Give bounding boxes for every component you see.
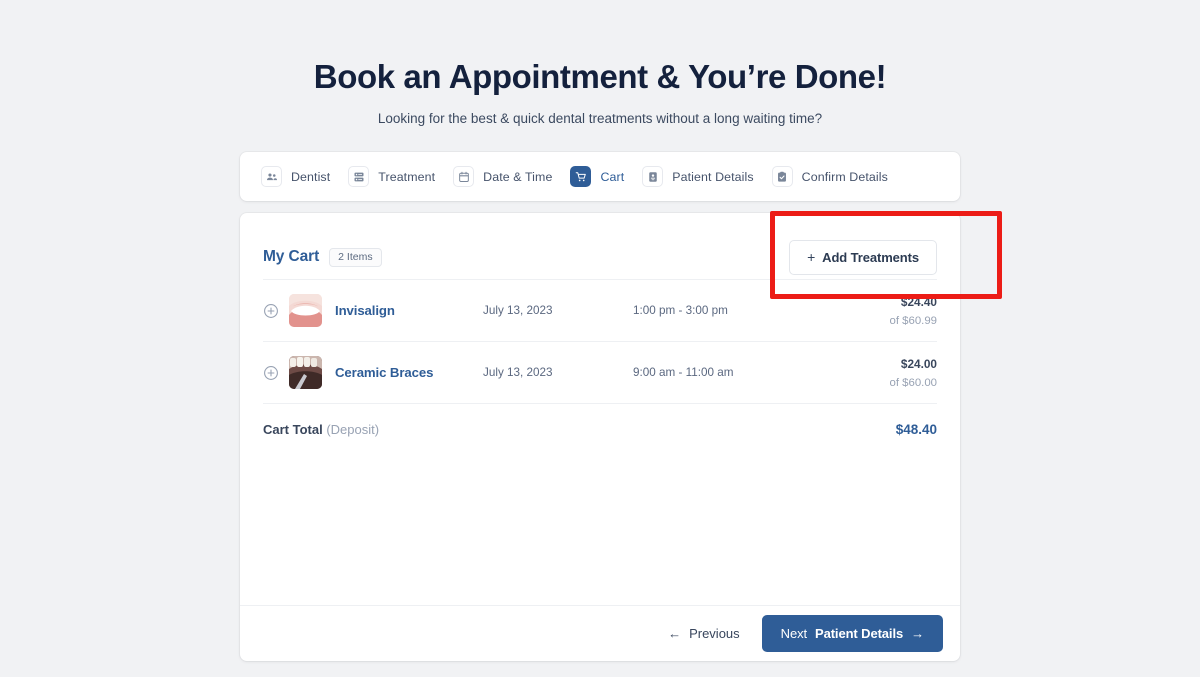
- page-header: Book an Appointment & You’re Done! Looki…: [0, 0, 1200, 126]
- price-block: $24.00 of $60.00: [851, 355, 937, 391]
- cart-total-value: $48.40: [895, 422, 937, 438]
- wizard-steps: Dentist Treatment Date & Time Cart Patie…: [240, 152, 960, 202]
- next-prefix-label: Next: [780, 626, 807, 642]
- page-subtitle: Looking for the best & quick dental trea…: [377, 111, 823, 127]
- arrow-right-icon: →: [911, 626, 924, 642]
- appointment-date: July 13, 2023: [483, 366, 553, 380]
- cart-title: My Cart: [263, 248, 320, 266]
- cart-total-row: Cart Total (Deposit) $48.40: [263, 403, 937, 455]
- previous-button[interactable]: ← Previous: [664, 620, 744, 647]
- step-label: Confirm Details: [801, 169, 888, 184]
- step-label: Treatment: [378, 169, 436, 184]
- step-label: Patient Details: [672, 169, 754, 184]
- treatment-thumbnail: [289, 294, 322, 328]
- deposit-price: $24.40: [900, 294, 937, 309]
- step-label: Date & Time: [483, 169, 553, 184]
- remove-item-icon[interactable]: [263, 365, 279, 381]
- cart-header: My Cart 2 Items + Add Treatments: [263, 235, 937, 279]
- appointment-time: 1:00 pm - 3:00 pm: [633, 304, 728, 318]
- remove-item-icon[interactable]: [263, 303, 279, 319]
- clipboard-check-icon: [771, 166, 793, 188]
- appointment-date: July 13, 2023: [483, 304, 553, 318]
- deposit-price: $24.00: [900, 356, 937, 371]
- treatment-thumbnail: [289, 356, 322, 390]
- arrow-left-icon: ←: [668, 626, 682, 642]
- step-date-time[interactable]: Date & Time: [444, 152, 561, 201]
- table-row: Ceramic Braces July 13, 2023 9:00 am - 1…: [263, 341, 937, 403]
- full-price: of $60.99: [889, 314, 937, 327]
- add-treatments-button[interactable]: + Add Treatments: [789, 239, 937, 275]
- cart-card: My Cart 2 Items + Add Treatments Invisal…: [240, 213, 960, 662]
- people-icon: [261, 166, 282, 188]
- next-step-label: Patient Details: [815, 626, 904, 642]
- plus-icon: +: [807, 249, 816, 266]
- cart-total-note: (Deposit): [326, 422, 380, 438]
- step-cart[interactable]: Cart: [561, 152, 633, 201]
- cart-header-left: My Cart 2 Items: [263, 247, 382, 267]
- step-dentist[interactable]: Dentist: [252, 152, 339, 201]
- list-icon: [348, 166, 370, 188]
- appointment-time: 9:00 am - 11:00 am: [633, 366, 734, 380]
- treatment-name[interactable]: Ceramic Braces: [335, 365, 483, 380]
- step-patient-details[interactable]: Patient Details: [633, 152, 762, 201]
- cart-total-text: Cart Total: [263, 422, 323, 438]
- page-title: Book an Appointment & You’re Done!: [313, 58, 887, 95]
- cart-icon: [570, 166, 592, 188]
- booking-wizard: Dentist Treatment Date & Time Cart Patie…: [240, 152, 960, 662]
- previous-label: Previous: [689, 626, 740, 642]
- price-block: $24.40 of $60.99: [851, 293, 937, 329]
- cart-items-badge: 2 Items: [329, 247, 382, 267]
- step-label: Dentist: [291, 169, 331, 184]
- cart-empty-space: [263, 455, 937, 605]
- calendar-icon: [453, 166, 475, 188]
- treatment-name[interactable]: Invisalign: [335, 303, 483, 318]
- step-label: Cart: [600, 169, 625, 184]
- id-card-icon: [642, 166, 664, 188]
- full-price: of $60.00: [889, 376, 937, 389]
- cart-body: My Cart 2 Items + Add Treatments Invisal…: [240, 213, 960, 605]
- page-root: Book an Appointment & You’re Done! Looki…: [0, 0, 1200, 677]
- next-button[interactable]: Next Patient Details →: [761, 615, 943, 653]
- table-row: Invisalign July 13, 2023 1:00 pm - 3:00 …: [263, 279, 937, 341]
- step-confirm-details[interactable]: Confirm Details: [763, 152, 897, 201]
- wizard-footer: ← Previous Next Patient Details →: [240, 605, 960, 661]
- add-treatments-label: Add Treatments: [822, 249, 919, 265]
- step-treatment[interactable]: Treatment: [339, 152, 444, 201]
- cart-total-label: Cart Total (Deposit): [263, 422, 379, 437]
